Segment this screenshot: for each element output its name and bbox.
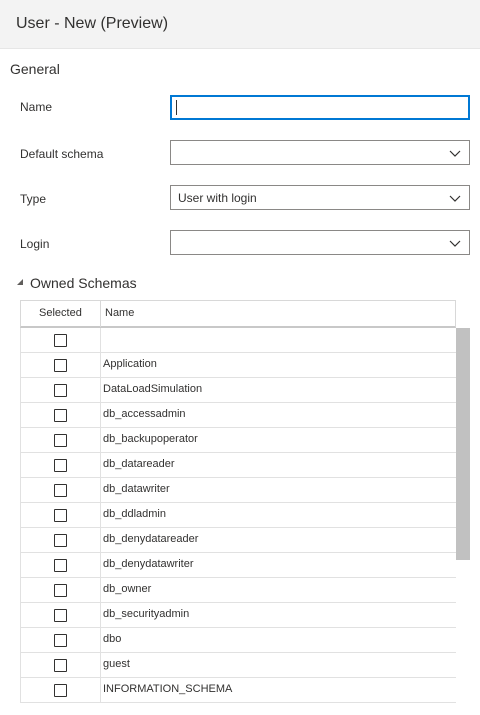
table-row[interactable]: db_securityadmin — [20, 603, 456, 628]
schema-name: db_datareader — [103, 458, 175, 470]
table-row[interactable]: db_ddladmin — [20, 503, 456, 528]
table-row[interactable]: db_denydatareader — [20, 528, 456, 553]
type-dropdown[interactable]: User with login — [170, 185, 470, 210]
owned-schemas-toggle[interactable]: Owned Schemas — [16, 274, 137, 292]
text-caret — [176, 100, 177, 115]
table-row[interactable]: dbo — [20, 628, 456, 653]
type-label: Type — [20, 192, 47, 206]
dialog-title: User - New (Preview) — [16, 15, 169, 32]
row-checkbox[interactable] — [54, 334, 67, 347]
schema-name: dbo — [103, 633, 122, 645]
row-checkbox[interactable] — [54, 484, 67, 497]
column-divider — [100, 353, 101, 378]
table-row[interactable]: db_datareader — [20, 453, 456, 478]
chevron-down-icon — [449, 240, 461, 247]
table-header: Selected Name — [20, 300, 456, 328]
chevron-down-icon — [449, 195, 461, 202]
table-row[interactable] — [20, 328, 456, 353]
row-checkbox[interactable] — [54, 384, 67, 397]
column-divider — [100, 403, 101, 428]
column-divider — [100, 603, 101, 628]
schema-name: guest — [103, 658, 130, 670]
column-divider — [100, 503, 101, 528]
column-header-name[interactable]: Name — [105, 307, 134, 319]
column-divider — [100, 328, 101, 353]
column-divider — [100, 678, 101, 703]
table-row[interactable]: guest — [20, 653, 456, 678]
column-divider — [100, 628, 101, 653]
table-body: Application DataLoadSimulation db_accessad… — [20, 328, 456, 703]
column-divider — [100, 528, 101, 553]
schema-name: INFORMATION_SCHEMA — [103, 683, 233, 695]
row-checkbox[interactable] — [54, 659, 67, 672]
column-header-selected[interactable]: Selected — [39, 307, 82, 319]
table-row[interactable]: Application — [20, 353, 456, 378]
schema-name: db_ddladmin — [103, 508, 166, 520]
triangle-down-icon — [17, 279, 23, 285]
schema-name: db_owner — [103, 583, 152, 595]
column-divider — [100, 453, 101, 478]
row-checkbox[interactable] — [54, 509, 67, 522]
row-checkbox[interactable] — [54, 634, 67, 647]
column-divider — [100, 653, 101, 678]
schema-name: Application — [103, 358, 157, 370]
row-checkbox[interactable] — [54, 684, 67, 697]
table-row[interactable]: db_denydatawriter — [20, 553, 456, 578]
column-divider[interactable] — [100, 301, 101, 327]
dialog-header: User - New (Preview) — [0, 0, 480, 49]
default-schema-dropdown[interactable] — [170, 140, 470, 165]
column-divider — [100, 478, 101, 503]
column-divider — [100, 578, 101, 603]
schema-name: db_accessadmin — [103, 408, 186, 420]
login-label: Login — [20, 237, 50, 251]
general-section-title: General — [10, 61, 60, 77]
table-row[interactable]: db_datawriter — [20, 478, 456, 503]
type-value: User with login — [178, 191, 257, 205]
table-row[interactable]: db_backupoperator — [20, 428, 456, 453]
schema-name: db_denydatareader — [103, 533, 199, 545]
row-checkbox[interactable] — [54, 534, 67, 547]
row-checkbox[interactable] — [54, 359, 67, 372]
table-row[interactable]: db_accessadmin — [20, 403, 456, 428]
row-checkbox[interactable] — [54, 434, 67, 447]
row-checkbox[interactable] — [54, 559, 67, 572]
schema-name: db_backupoperator — [103, 433, 198, 445]
column-divider — [100, 378, 101, 403]
default-schema-label: Default schema — [20, 147, 104, 161]
chevron-down-icon — [449, 150, 461, 157]
name-label: Name — [20, 100, 53, 114]
name-input[interactable] — [170, 95, 470, 120]
row-checkbox[interactable] — [54, 584, 67, 597]
schema-name: db_denydatawriter — [103, 558, 194, 570]
table-row[interactable]: INFORMATION_SCHEMA — [20, 678, 456, 703]
owned-schemas-label: Owned Schemas — [30, 275, 137, 291]
schema-name: DataLoadSimulation — [103, 383, 203, 395]
scrollbar-thumb[interactable] — [456, 328, 470, 560]
schema-name: db_datawriter — [103, 483, 170, 495]
row-checkbox[interactable] — [54, 409, 67, 422]
owned-schemas-table: Selected Name Application DataLoadSimulat… — [20, 300, 470, 715]
table-row[interactable]: db_owner — [20, 578, 456, 603]
column-divider — [100, 553, 101, 578]
row-checkbox[interactable] — [54, 459, 67, 472]
schema-name: db_securityadmin — [103, 608, 190, 620]
table-row[interactable]: DataLoadSimulation — [20, 378, 456, 403]
login-dropdown[interactable] — [170, 230, 470, 255]
column-divider — [100, 428, 101, 453]
row-checkbox[interactable] — [54, 609, 67, 622]
